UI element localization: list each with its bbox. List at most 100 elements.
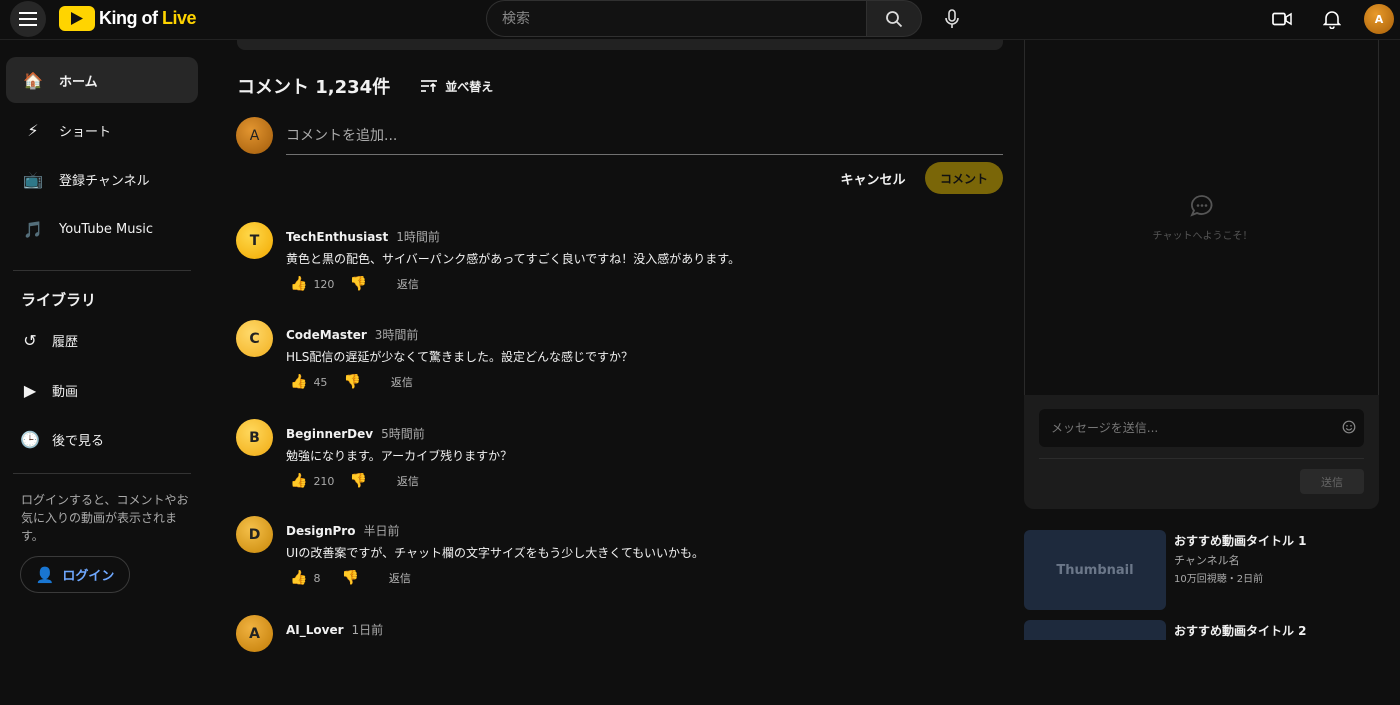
reply-button[interactable]: 返信 bbox=[397, 473, 419, 489]
logo[interactable]: King of Live bbox=[59, 6, 197, 31]
emoji-icon[interactable] bbox=[1342, 420, 1356, 434]
thumbs-up-icon[interactable]: 👍 bbox=[290, 374, 307, 390]
thumbs-down-icon[interactable]: 👎 bbox=[349, 276, 366, 292]
cancel-button[interactable]: キャンセル bbox=[832, 163, 914, 194]
thumbs-down-icon[interactable]: 👎 bbox=[349, 473, 366, 489]
chat-welcome-text: チャットへようこそ！ bbox=[1152, 231, 1253, 242]
comment-author[interactable]: AI_Lover bbox=[286, 623, 344, 637]
login-button[interactable]: 👤 ログイン bbox=[20, 556, 130, 593]
search-button[interactable] bbox=[866, 0, 922, 37]
comment-author[interactable]: CodeMaster bbox=[286, 328, 367, 342]
thumbs-down-icon[interactable]: 👎 bbox=[343, 374, 360, 390]
like-count: 120 bbox=[313, 277, 335, 291]
chat-message-input[interactable] bbox=[1039, 409, 1319, 447]
video-channel[interactable]: チャンネル名 bbox=[1174, 552, 1240, 568]
comment-item: T TechEnthusiast 1時間前 黄色と黒の配色、サイバーパンク感があ… bbox=[236, 222, 996, 312]
comment-item: A AI_Lover 1日前 bbox=[236, 615, 996, 705]
sidebar-item-subscriptions[interactable]: 📺 登録チャンネル bbox=[6, 156, 198, 202]
comment-item: D DesignPro 半日前 UIの改善案ですが、チャット欄の文字サイズをもう… bbox=[236, 516, 996, 606]
comment-time: 1日前 bbox=[351, 623, 384, 637]
video-thumbnail[interactable]: Thumbnail bbox=[1024, 530, 1166, 610]
comment-author[interactable]: DesignPro bbox=[286, 524, 355, 538]
sidebar-item-videos[interactable]: ▶ 動画 bbox=[6, 370, 198, 410]
sidebar-item-label: 登録チャンネル bbox=[59, 173, 150, 189]
thumbs-up-icon[interactable]: 👍 bbox=[290, 473, 307, 489]
comment-avatar[interactable]: A bbox=[236, 615, 273, 652]
video-title[interactable]: おすすめ動画タイトル 2 bbox=[1174, 622, 1307, 639]
comment-text: 勉強になります。アーカイブ残りますか？ bbox=[286, 449, 513, 463]
video-title[interactable]: おすすめ動画タイトル 1 bbox=[1174, 532, 1307, 549]
my-avatar: A bbox=[236, 117, 273, 154]
sidebar-item-history[interactable]: ↺ 履歴 bbox=[6, 320, 198, 360]
comment-author[interactable]: BeginnerDev bbox=[286, 427, 373, 441]
video-player-edge bbox=[237, 40, 1003, 50]
comment-text: HLS配信の遅延が少なくて驚きました。設定どんな感じですか？ bbox=[286, 350, 633, 364]
reply-button[interactable]: 返信 bbox=[397, 276, 419, 292]
sidebar-item-label: ホーム bbox=[59, 74, 98, 90]
page-scrollbar[interactable] bbox=[1385, 40, 1400, 640]
create-button[interactable] bbox=[1264, 1, 1300, 37]
sidebar-divider bbox=[13, 473, 191, 474]
sort-icon bbox=[421, 80, 438, 92]
sidebar-item-music[interactable]: 🎵 YouTube Music bbox=[6, 206, 198, 252]
voice-search-button[interactable] bbox=[934, 1, 970, 37]
video-camera-icon bbox=[1272, 12, 1292, 26]
like-count: 45 bbox=[313, 375, 328, 389]
comment-meta: TechEnthusiast 1時間前 bbox=[286, 228, 440, 245]
chat-send-button[interactable]: 送信 bbox=[1300, 469, 1364, 494]
microphone-icon bbox=[945, 9, 959, 28]
thumbs-up-icon[interactable]: 👍 bbox=[290, 570, 307, 586]
comment-avatar[interactable]: B bbox=[236, 419, 273, 456]
comment-item: C CodeMaster 3時間前 HLS配信の遅延が少なくて驚きました。設定ど… bbox=[236, 320, 996, 410]
music-icon: 🎵 bbox=[23, 219, 43, 239]
comment-item: B BeginnerDev 5時間前 勉強になります。アーカイブ残りますか？ 👍… bbox=[236, 419, 996, 509]
sidebar: 🏠 ホーム ⚡ ショート 📺 登録チャンネル 🎵 YouTube Music ラ… bbox=[0, 45, 205, 640]
comment-time: 3時間前 bbox=[374, 328, 419, 342]
subscriptions-icon: 📺 bbox=[23, 169, 43, 189]
comments-header: コメント 1,234件 並べ替え bbox=[237, 73, 493, 99]
sidebar-item-label: ショート bbox=[59, 124, 112, 140]
thumbs-down-icon[interactable]: 👎 bbox=[341, 570, 358, 586]
shorts-icon: ⚡ bbox=[27, 120, 39, 140]
comment-avatar[interactable]: D bbox=[236, 516, 273, 553]
comment-avatar[interactable]: C bbox=[236, 320, 273, 357]
reply-button[interactable]: 返信 bbox=[389, 570, 411, 586]
comment-text: UIの改善案ですが、チャット欄の文字サイズをもう少し大きくてもいいかも。 bbox=[286, 546, 705, 560]
recommended-video[interactable]: おすすめ動画タイトル 2 bbox=[1024, 620, 1384, 640]
recommended-video[interactable]: Thumbnail おすすめ動画タイトル 1 チャンネル名 10万回視聴・2日前 bbox=[1024, 530, 1384, 610]
video-thumbnail[interactable] bbox=[1024, 620, 1166, 640]
reply-button[interactable]: 返信 bbox=[391, 374, 413, 390]
history-icon: ↺ bbox=[23, 330, 37, 350]
chat-divider bbox=[1039, 458, 1364, 459]
video-stats: 10万回視聴・2日前 bbox=[1174, 574, 1264, 585]
user-icon: 👤 bbox=[35, 565, 55, 584]
like-count: 8 bbox=[313, 571, 321, 585]
thumbs-up-icon[interactable]: 👍 bbox=[290, 276, 307, 292]
comment-meta: BeginnerDev 5時間前 bbox=[286, 425, 425, 442]
notifications-button[interactable] bbox=[1314, 1, 1350, 37]
sidebar-item-label: 動画 bbox=[52, 384, 79, 400]
sidebar-item-shorts[interactable]: ⚡ ショート bbox=[6, 107, 198, 153]
sidebar-item-watch-later[interactable]: 🕒 後で見る bbox=[6, 419, 198, 459]
sort-label: 並べ替え bbox=[445, 79, 494, 94]
sidebar-item-home[interactable]: 🏠 ホーム bbox=[6, 57, 198, 103]
brand-name: King of Live bbox=[99, 8, 197, 28]
user-avatar[interactable]: A bbox=[1364, 4, 1394, 34]
comment-input[interactable] bbox=[286, 124, 1003, 148]
bell-icon bbox=[1323, 11, 1341, 29]
menu-button[interactable] bbox=[10, 1, 46, 37]
search-input[interactable] bbox=[487, 1, 866, 36]
library-heading: ライブラリ bbox=[21, 291, 97, 309]
submit-comment-button[interactable]: コメント bbox=[925, 162, 1003, 194]
sort-button[interactable]: 並べ替え bbox=[420, 78, 493, 95]
comment-actions: 👍 120 👎 返信 bbox=[290, 276, 419, 292]
comment-time: 半日前 bbox=[363, 524, 400, 538]
comment-actions: 👍 45 👎 返信 bbox=[290, 374, 413, 390]
login-note: ログインすると、コメントやお気に入りの動画が表示されます。 bbox=[21, 493, 189, 543]
home-icon: 🏠 bbox=[23, 70, 43, 90]
chat-bubble-icon bbox=[1190, 195, 1213, 217]
comment-avatar[interactable]: T bbox=[236, 222, 273, 259]
hamburger-icon bbox=[19, 12, 37, 26]
comment-input-box bbox=[286, 124, 1003, 155]
comment-author[interactable]: TechEnthusiast bbox=[286, 230, 388, 244]
